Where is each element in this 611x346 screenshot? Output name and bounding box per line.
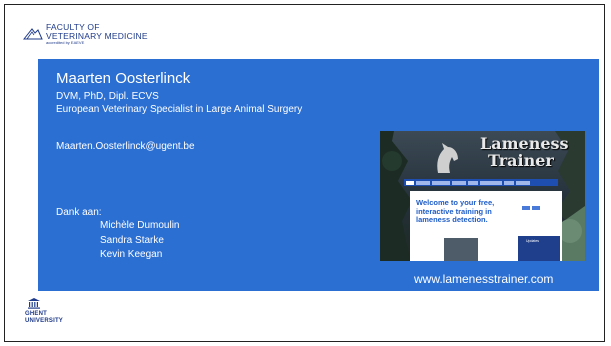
faculty-logo-line2: VETERINARY MEDICINE bbox=[46, 30, 148, 41]
nav-item bbox=[480, 180, 502, 185]
card-badges bbox=[522, 197, 542, 215]
thanks-heading: Dank aan: bbox=[56, 207, 102, 218]
ghent-logo-line1: GHENT bbox=[25, 311, 47, 317]
updates-label: Updates bbox=[526, 239, 540, 243]
university-building-icon bbox=[28, 298, 40, 309]
thanks-name: Sandra Starke bbox=[100, 234, 164, 246]
nav-item bbox=[432, 180, 450, 185]
video-thumbnail bbox=[444, 238, 478, 261]
presenter-email: Maarten.Oosterlinck@ugent.be bbox=[56, 141, 195, 152]
website-url[interactable]: www.lamenesstrainer.com bbox=[414, 272, 553, 286]
nav-item bbox=[504, 180, 514, 185]
ghent-logo-line2: UNIVERSITY bbox=[25, 318, 64, 324]
thanks-list: Michèle Dumoulin Sandra Starke Kevin Kee… bbox=[100, 219, 179, 263]
presenter-name: Maarten Oosterlinck bbox=[56, 70, 191, 87]
nav-item bbox=[416, 180, 430, 185]
horse-head-icon bbox=[437, 143, 458, 173]
updates-panel: Updates bbox=[518, 236, 560, 261]
nav-item bbox=[468, 180, 478, 185]
faculty-logo-accreditation: accredited by EAEVE bbox=[46, 40, 85, 45]
nav-item bbox=[452, 180, 466, 185]
welcome-text: Welcome to your free, interactive traini… bbox=[416, 198, 495, 224]
nav-item bbox=[516, 180, 530, 185]
website-title: Lameness Trainer bbox=[480, 135, 569, 169]
presenter-credentials: DVM, PhD, Dipl. ECVS bbox=[56, 91, 159, 102]
website-title-line2: Trainer bbox=[488, 151, 554, 170]
slide: FACULTY OF VETERINARY MEDICINE accredite… bbox=[4, 4, 605, 342]
thanks-name: Kevin Keegan bbox=[100, 249, 163, 260]
website-screenshot: Lameness Trainer Welcome to your free, i… bbox=[380, 131, 585, 261]
ghent-university-logo: GHENT UNIVERSITY bbox=[25, 297, 63, 325]
nav-item bbox=[406, 180, 414, 185]
thanks-name: Michèle Dumoulin bbox=[100, 220, 180, 231]
faculty-logo: FACULTY OF VETERINARY MEDICINE accredite… bbox=[23, 23, 148, 45]
contact-band: Maarten Oosterlinck DVM, PhD, Dipl. ECVS… bbox=[38, 59, 599, 291]
presenter-title: European Veterinary Specialist in Large … bbox=[56, 104, 303, 115]
faculty-emblem-icon bbox=[23, 28, 43, 40]
website-nav bbox=[404, 179, 558, 186]
website-welcome-card: Welcome to your free, interactive traini… bbox=[410, 191, 562, 261]
